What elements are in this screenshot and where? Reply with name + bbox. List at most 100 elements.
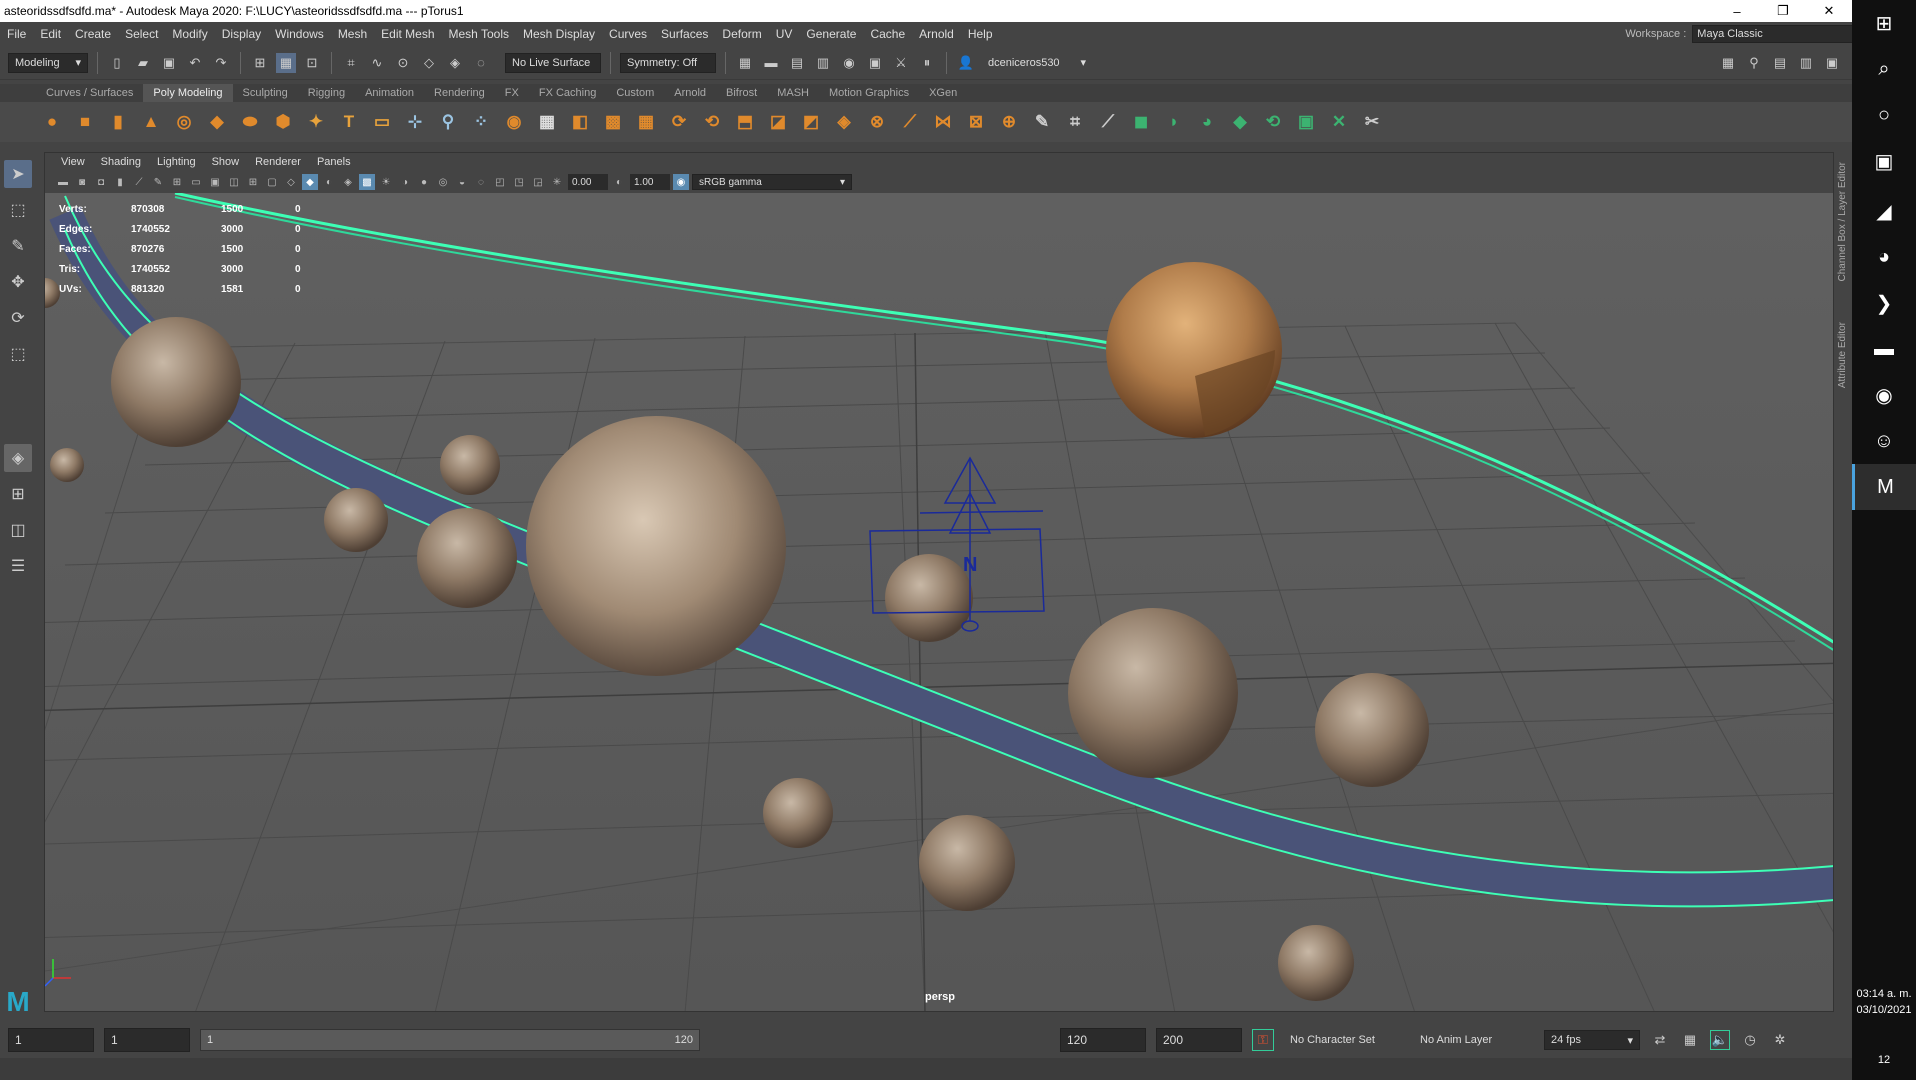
poke-icon[interactable]: ⊠ (962, 108, 990, 136)
snap-surface-icon[interactable]: ◈ (445, 53, 465, 73)
channel-box-tab[interactable]: Channel Box / Layer Editor (1837, 162, 1848, 282)
select-camera-icon[interactable]: ▬ (55, 174, 71, 190)
modeling-toolkit-icon[interactable]: ▦ (1718, 53, 1738, 73)
hypershade-icon[interactable]: ◉ (839, 53, 859, 73)
close-button[interactable]: ✕ (1806, 0, 1852, 22)
shelf-tab-fx[interactable]: FX (495, 84, 529, 102)
discord-icon[interactable]: ☺ (1852, 418, 1916, 464)
minimize-button[interactable]: – (1714, 0, 1760, 22)
anti-aliasing-icon[interactable]: ◒ (454, 174, 470, 190)
shelf-tab-fx-caching[interactable]: FX Caching (529, 84, 606, 102)
scale-tool-icon[interactable]: ⬚ (4, 340, 32, 368)
open-scene-icon[interactable]: ▰ (133, 53, 153, 73)
menu-mesh[interactable]: Mesh (331, 27, 374, 41)
menu-help[interactable]: Help (961, 27, 1000, 41)
time-editor-icon[interactable]: ◷ (1740, 1030, 1760, 1050)
shelf-tab-mash[interactable]: MASH (767, 84, 819, 102)
live-surface-field[interactable]: No Live Surface (505, 52, 601, 73)
attribute-editor-tab[interactable]: Attribute Editor (1837, 322, 1848, 388)
use-all-lights-icon[interactable]: ☀ (378, 174, 394, 190)
shelf-tab-curves-surfaces[interactable]: Curves / Surfaces (36, 84, 143, 102)
four-view-icon[interactable]: ⊞ (4, 480, 32, 508)
resolution-gate-icon[interactable]: ▣ (207, 174, 223, 190)
gate-mask-icon[interactable]: ◫ (226, 174, 242, 190)
render-view-icon[interactable]: ▦ (735, 53, 755, 73)
smooth-shade-icon[interactable]: ◆ (302, 174, 318, 190)
menu-select[interactable]: Select (118, 27, 165, 41)
single-perspective-icon[interactable]: ◈ (4, 444, 32, 472)
remesh-icon[interactable]: ▦ (632, 108, 660, 136)
rotate-tool-icon[interactable]: ⟳ (4, 304, 32, 332)
multicut-icon[interactable]: ◈ (830, 108, 858, 136)
task-view-icon[interactable]: ▣ (1852, 138, 1916, 184)
color-space-dropdown[interactable]: sRGB gamma ▾ (692, 174, 852, 190)
snap-point-icon[interactable]: ⊙ (393, 53, 413, 73)
select-component-icon[interactable]: ⊡ (302, 53, 322, 73)
paint-icon[interactable]: ◕ (1852, 234, 1916, 280)
menu-mesh-display[interactable]: Mesh Display (516, 27, 602, 41)
uv-layout-icon[interactable]: ▣ (1292, 108, 1320, 136)
safe-action-icon[interactable]: ▢ (264, 174, 280, 190)
shelf-tab-animation[interactable]: Animation (355, 84, 424, 102)
type-icon[interactable]: T (335, 108, 363, 136)
menu-uv[interactable]: UV (769, 27, 800, 41)
textured-icon[interactable]: ▩ (359, 174, 375, 190)
field-chart-icon[interactable]: ⊞ (245, 174, 261, 190)
persp-outliner-icon[interactable]: ◫ (4, 516, 32, 544)
shelf-tab-rendering[interactable]: Rendering (424, 84, 495, 102)
uv-unfold-icon[interactable]: ⟲ (1259, 108, 1287, 136)
render-settings-icon[interactable]: ▥ (813, 53, 833, 73)
sound-icon[interactable]: 🔈 (1710, 1030, 1730, 1050)
paint-select-icon[interactable]: ✎ (4, 232, 32, 260)
save-scene-icon[interactable]: ▣ (159, 53, 179, 73)
shelf-tab-custom[interactable]: Custom (606, 84, 664, 102)
wedge-icon[interactable]: ⊕ (995, 108, 1023, 136)
fps-dropdown[interactable]: 24 fps ▾ (1544, 1030, 1640, 1050)
uv-planar-icon[interactable]: ◼ (1127, 108, 1155, 136)
search-icon[interactable]: ⌕ (1852, 46, 1916, 92)
panel-menu-shading[interactable]: Shading (93, 156, 149, 168)
select-hierarchy-icon[interactable]: ⊞ (250, 53, 270, 73)
shelf-tab-poly-modeling[interactable]: Poly Modeling (143, 84, 233, 102)
render-frame-icon[interactable]: ▬ (761, 53, 781, 73)
anim-layer-dropdown[interactable]: No Anim Layer (1414, 1030, 1534, 1050)
bevel-icon[interactable]: ◪ (764, 108, 792, 136)
user-dropdown[interactable]: dceniceros530 ▾ (982, 52, 1092, 73)
super-shape-icon[interactable]: ✦ (302, 108, 330, 136)
menu-file[interactable]: File (0, 27, 33, 41)
uv-cylindrical-icon[interactable]: ◗ (1160, 108, 1188, 136)
shelf-tab-arnold[interactable]: Arnold (664, 84, 716, 102)
shelf-tab-motion-graphics[interactable]: Motion Graphics (819, 84, 919, 102)
append-icon[interactable]: ◩ (797, 108, 825, 136)
cube-icon[interactable]: ■ (71, 108, 99, 136)
use-default-material-icon[interactable]: ◐ (321, 174, 337, 190)
exposure-icon[interactable]: ✳ (549, 174, 565, 190)
channel-box-icon[interactable]: ▣ (1822, 53, 1842, 73)
menu-arnold[interactable]: Arnold (912, 27, 961, 41)
attribute-editor-icon[interactable]: ▤ (1770, 53, 1790, 73)
menu-generate[interactable]: Generate (799, 27, 863, 41)
wireframe-on-shaded-icon[interactable]: ◈ (340, 174, 356, 190)
svg-icon[interactable]: ▭ (368, 108, 396, 136)
explorer-icon[interactable]: ▬ (1852, 326, 1916, 372)
panel-menu-renderer[interactable]: Renderer (247, 156, 309, 168)
chrome-icon[interactable]: ◉ (1852, 372, 1916, 418)
tool-settings-icon[interactable]: ▥ (1796, 53, 1816, 73)
extrude-icon[interactable]: ⬒ (731, 108, 759, 136)
menu-create[interactable]: Create (68, 27, 118, 41)
exposure-field[interactable]: 0.00 (568, 174, 608, 190)
panel-menu-panels[interactable]: Panels (309, 156, 359, 168)
arnold-render-icon[interactable]: ▣ (865, 53, 885, 73)
menu-curves[interactable]: Curves (602, 27, 654, 41)
maya-icon[interactable]: M (1852, 464, 1916, 510)
menu-display[interactable]: Display (215, 27, 268, 41)
select-tool-icon[interactable]: ➤ (4, 160, 32, 188)
menu-deform[interactable]: Deform (715, 27, 768, 41)
menu-surfaces[interactable]: Surfaces (654, 27, 715, 41)
sphere-icon[interactable]: ● (38, 108, 66, 136)
torus-icon[interactable]: ◎ (170, 108, 198, 136)
playback-range-slider[interactable]: 1 120 (200, 1029, 700, 1051)
maximize-button[interactable]: ❐ (1760, 0, 1806, 22)
shelf-tab-bifrost[interactable]: Bifrost (716, 84, 767, 102)
redo-icon[interactable]: ↷ (211, 53, 231, 73)
